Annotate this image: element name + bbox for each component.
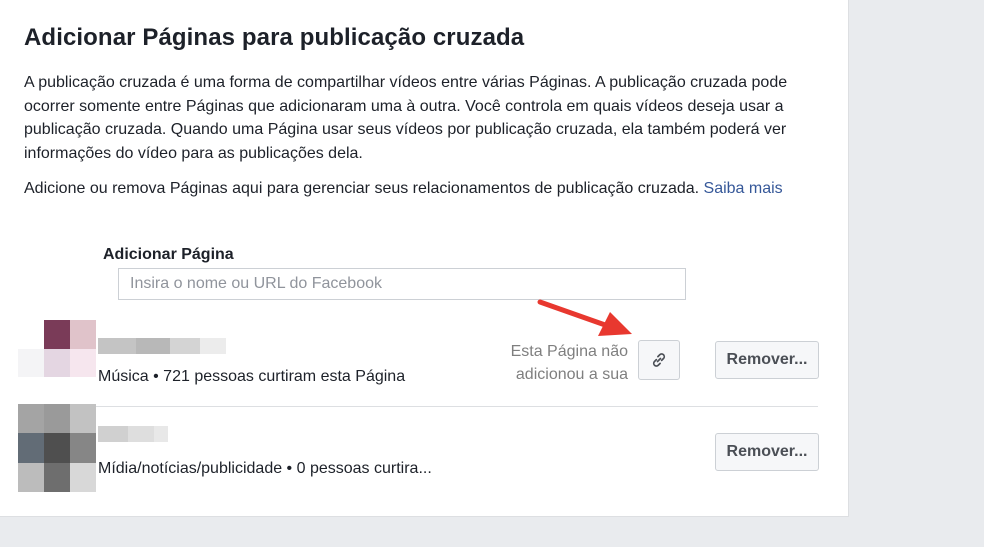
name-blur-block: [170, 338, 200, 354]
avatar-pixel: [18, 433, 44, 463]
page-name-blurred[interactable]: [98, 426, 168, 442]
avatar-pixel: [70, 377, 96, 406]
avatar-pixel: [70, 462, 96, 492]
name-blur-block: [98, 338, 136, 354]
remove-button[interactable]: Remover...: [715, 341, 819, 379]
description-text: A publicação cruzada é uma forma de comp…: [24, 74, 788, 162]
red-arrow-annotation: [537, 299, 632, 336]
name-blur-block: [98, 426, 128, 442]
avatar-pixel: [44, 462, 70, 492]
manage-text: Adicione ou remova Páginas aqui para ger…: [24, 177, 814, 201]
learn-more-link[interactable]: Saiba mais: [704, 180, 783, 197]
avatar-pixel: [18, 404, 44, 434]
avatar-pixel: [18, 462, 44, 492]
avatar: [18, 320, 96, 406]
page-row: Mídia/notícias/publicidade • 0 pessoas c…: [18, 404, 819, 496]
avatar-pixel: [44, 404, 70, 434]
avatar-pixel: [44, 348, 70, 378]
avatar-pixel: [70, 433, 96, 463]
avatar-pixel: [18, 348, 44, 378]
link-icon: [652, 353, 666, 367]
arrow-shaft: [537, 299, 611, 329]
avatar-pixel: [70, 348, 96, 378]
name-blur-block: [200, 338, 226, 354]
avatar-pixel: [44, 377, 70, 406]
status-text: Esta Página não adicionou a sua: [510, 343, 628, 383]
cross-posting-panel: Adicionar Páginas para publicação cruzad…: [0, 0, 849, 517]
avatar-pixel: [44, 320, 70, 349]
name-blur-block: [128, 426, 154, 442]
page-title: Adicionar Páginas para publicação cruzad…: [24, 24, 525, 51]
manage-text-body: Adicione ou remova Páginas aqui para ger…: [24, 180, 704, 197]
name-blur-block: [136, 338, 170, 354]
page-name-blurred[interactable]: [98, 338, 226, 354]
avatar-pixel: [18, 320, 44, 349]
avatar: [18, 404, 96, 492]
avatar-pixel: [44, 433, 70, 463]
page-meta: Mídia/notícias/publicidade • 0 pessoas c…: [98, 460, 432, 477]
link-button[interactable]: [638, 340, 680, 380]
row-divider: [96, 406, 818, 407]
avatar-pixel: [70, 320, 96, 349]
name-blur-block: [154, 426, 168, 442]
avatar-pixel: [70, 404, 96, 434]
avatar-pixel: [18, 377, 44, 406]
page-row: Música • 721 pessoas curtiram esta Págin…: [18, 320, 819, 406]
add-page-label: Adicionar Página: [103, 246, 234, 263]
page-meta: Música • 721 pessoas curtiram esta Págin…: [98, 368, 406, 385]
remove-button[interactable]: Remover...: [715, 433, 819, 471]
